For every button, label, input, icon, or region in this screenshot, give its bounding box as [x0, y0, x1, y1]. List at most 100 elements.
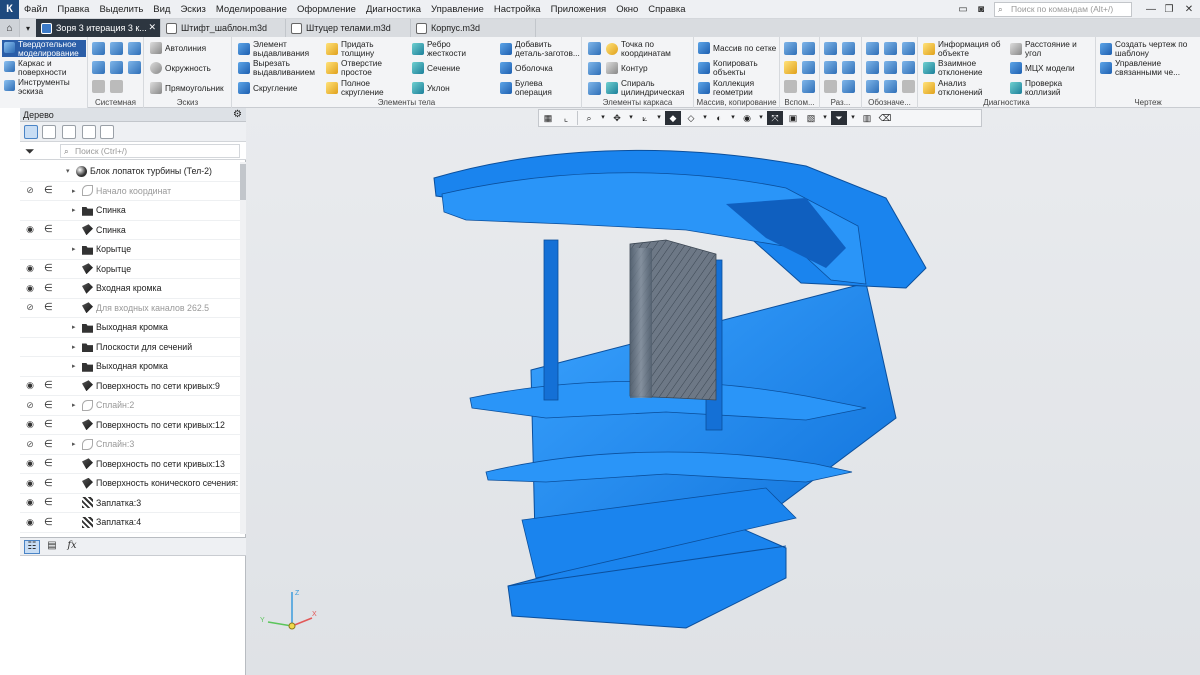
collision-check-button[interactable]: Проверка коллизий: [1010, 79, 1085, 96]
notation-rough-icon[interactable]: [902, 42, 915, 55]
size-chain-icon[interactable]: [842, 80, 855, 93]
aux-surface-icon[interactable]: [802, 80, 815, 93]
aux-plane-icon[interactable]: [784, 42, 797, 55]
menu-item[interactable]: Вид: [148, 4, 175, 15]
expand-chevron-icon[interactable]: ▸: [72, 401, 76, 409]
tree-structure-icon[interactable]: [24, 125, 38, 139]
collapse-chevron-icon[interactable]: ▾: [66, 167, 70, 175]
mode-solid-modeling[interactable]: Твердотельное моделирование: [2, 40, 86, 57]
eye-icon[interactable]: ◉: [24, 478, 36, 489]
contour-button[interactable]: Контур: [606, 62, 648, 74]
menu-item[interactable]: Эскиз: [175, 4, 210, 15]
document-tab[interactable]: Корпус.m3d: [411, 19, 536, 37]
copy-objects-button[interactable]: Копировать объекты: [698, 59, 775, 76]
tree-filter-icon[interactable]: [82, 125, 96, 139]
zoom-dropdown-icon[interactable]: ▾: [599, 111, 607, 125]
pan-icon[interactable]: ✥: [609, 111, 625, 125]
tree-row[interactable]: ⊘ ∈ ▸ Сплайн:2: [20, 396, 240, 416]
manage-drawings-button[interactable]: Управление связанными че...: [1100, 59, 1199, 76]
notation-mark-icon[interactable]: [884, 61, 897, 74]
tree-row[interactable]: ⊘ ∈ ▸ Начало координат: [20, 182, 240, 201]
expand-chevron-icon[interactable]: ▸: [72, 362, 76, 370]
tree-row[interactable]: ◉ ∈ Заплатка:4: [20, 513, 240, 533]
pan-dropdown-icon[interactable]: ▾: [627, 111, 635, 125]
restore-icon[interactable]: ❐: [1160, 1, 1178, 17]
new-doc-icon[interactable]: [92, 42, 105, 55]
menu-item[interactable]: Моделирование: [211, 4, 292, 15]
notation-pos-icon[interactable]: [902, 61, 915, 74]
menu-item[interactable]: Окно: [611, 4, 643, 15]
tree-row[interactable]: ▸ Спинка: [20, 201, 240, 221]
notation-leader-icon[interactable]: [866, 42, 879, 55]
tree-row[interactable]: ▸ Выходная кромка: [20, 318, 240, 338]
layers-view-icon[interactable]: ▣: [785, 111, 801, 125]
include-in-calc-icon[interactable]: ∈: [44, 263, 53, 274]
shell-button[interactable]: Оболочка: [500, 62, 553, 74]
extrude-button[interactable]: Элемент выдавливания: [238, 40, 317, 57]
view-grid-icon[interactable]: ▦: [540, 111, 556, 125]
properties-icon[interactable]: [128, 61, 141, 74]
eye-icon[interactable]: ◉: [24, 224, 36, 235]
tree-layers-icon[interactable]: [100, 125, 114, 139]
include-in-calc-icon[interactable]: ∈: [44, 380, 53, 391]
tab-list-chevron-icon[interactable]: ▾: [20, 19, 36, 37]
aux-axis-icon[interactable]: [802, 42, 815, 55]
eye-icon[interactable]: ◉: [24, 458, 36, 469]
notation-base-icon[interactable]: [884, 42, 897, 55]
open-doc-icon[interactable]: [110, 42, 123, 55]
include-in-calc-icon[interactable]: ∈: [44, 185, 53, 196]
shaded-view-icon[interactable]: ◆: [665, 111, 681, 125]
include-in-calc-icon[interactable]: ∈: [44, 497, 53, 508]
gear-icon[interactable]: ⚙: [233, 108, 242, 122]
menu-item[interactable]: Файл: [19, 4, 52, 15]
filter-funnel-icon[interactable]: ⏷: [25, 144, 35, 159]
frame-icon-1[interactable]: [588, 42, 601, 55]
size-angle-icon[interactable]: [842, 42, 855, 55]
coord-point-button[interactable]: Точка по координатам: [606, 40, 693, 57]
distance-angle-button[interactable]: Расстояние и угол: [1010, 40, 1091, 57]
menu-item[interactable]: Управление: [426, 4, 489, 15]
autoline-button[interactable]: Автолиния: [150, 42, 206, 54]
notation-text-icon[interactable]: [902, 80, 915, 93]
geometry-collection-button[interactable]: Коллекция геометрии: [698, 79, 775, 96]
menu-item[interactable]: Оформление: [292, 4, 361, 15]
undo-icon[interactable]: [92, 80, 105, 93]
print-icon[interactable]: [92, 61, 105, 74]
notation-thread-icon[interactable]: [884, 80, 897, 93]
size-radius-icon[interactable]: [824, 61, 837, 74]
document-tab[interactable]: Штифт_шаблон.m3d: [161, 19, 286, 37]
expand-chevron-icon[interactable]: ▸: [72, 245, 76, 253]
bottom-variables-tab-icon[interactable]: fx: [64, 540, 80, 554]
mutual-deviation-button[interactable]: Взаимное отклонение: [923, 59, 1008, 76]
size-auto-icon[interactable]: [824, 80, 837, 93]
eye-icon[interactable]: ◉: [24, 497, 36, 508]
include-in-calc-icon[interactable]: ∈: [44, 283, 53, 294]
create-drawing-button[interactable]: Создать чертеж по шаблону: [1100, 40, 1199, 57]
eye-icon[interactable]: ◉: [24, 283, 36, 294]
cut-extrude-button[interactable]: Вырезать выдавливанием: [238, 59, 323, 76]
orient-icon[interactable]: ⟀: [637, 111, 653, 125]
home-tab-icon[interactable]: ⌂: [0, 19, 20, 37]
hide-icon[interactable]: ◐: [711, 111, 727, 125]
filter-dropdown-icon[interactable]: ▾: [849, 111, 857, 125]
section-button[interactable]: Сечение: [412, 62, 460, 74]
thicken-button[interactable]: Придать толщину: [326, 40, 391, 57]
eye-icon[interactable]: ◉: [24, 419, 36, 430]
boolean-button[interactable]: Булева операция: [500, 79, 565, 96]
menu-item[interactable]: Настройка: [489, 4, 546, 15]
document-tab[interactable]: Зоря 3 итерация 3 к... ✕: [36, 19, 161, 37]
layout-icon[interactable]: ▭: [954, 1, 972, 17]
menu-item[interactable]: Выделить: [94, 4, 148, 15]
size-linear-icon[interactable]: [824, 42, 837, 55]
size-diameter-icon[interactable]: [842, 61, 855, 74]
menu-item[interactable]: Диагностика: [361, 4, 426, 15]
tree-row[interactable]: ◉ ∈ Корытце: [20, 260, 240, 279]
tree-row[interactable]: ◉ ∈ Поверхность по сети кривых:13: [20, 455, 240, 474]
minimize-icon[interactable]: —: [1142, 1, 1160, 17]
include-in-calc-icon[interactable]: ∈: [44, 400, 53, 411]
display-dropdown-icon[interactable]: ▾: [701, 111, 709, 125]
eraser-icon[interactable]: ⌫: [877, 111, 893, 125]
include-in-calc-icon[interactable]: ∈: [44, 517, 53, 528]
tree-row[interactable]: ⊘ ∈ ▸ Сплайн:3: [20, 435, 240, 455]
aux-line-icon[interactable]: [784, 80, 797, 93]
